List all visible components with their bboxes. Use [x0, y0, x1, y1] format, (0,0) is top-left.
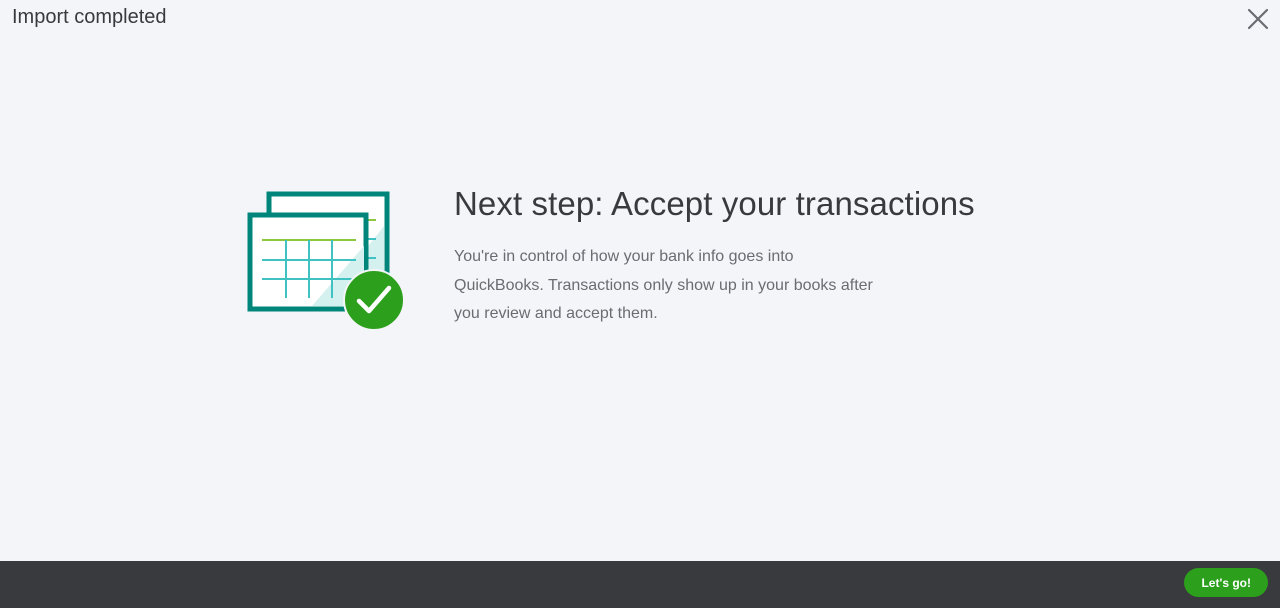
- lets-go-button[interactable]: Let's go!: [1184, 568, 1268, 597]
- body-text: You're in control of how your bank info …: [454, 248, 873, 322]
- import-completed-dialog: Import completed Next step: Accept your …: [0, 0, 1280, 608]
- dialog-footer: Let's go!: [0, 561, 1280, 608]
- dialog-content: Next step: Accept your transactions You'…: [0, 0, 1280, 561]
- text-block: Next step: Accept your transactions You'…: [454, 183, 1014, 329]
- headline: Next step: Accept your transactions: [454, 185, 975, 222]
- spreadsheet-check-icon: [246, 190, 406, 332]
